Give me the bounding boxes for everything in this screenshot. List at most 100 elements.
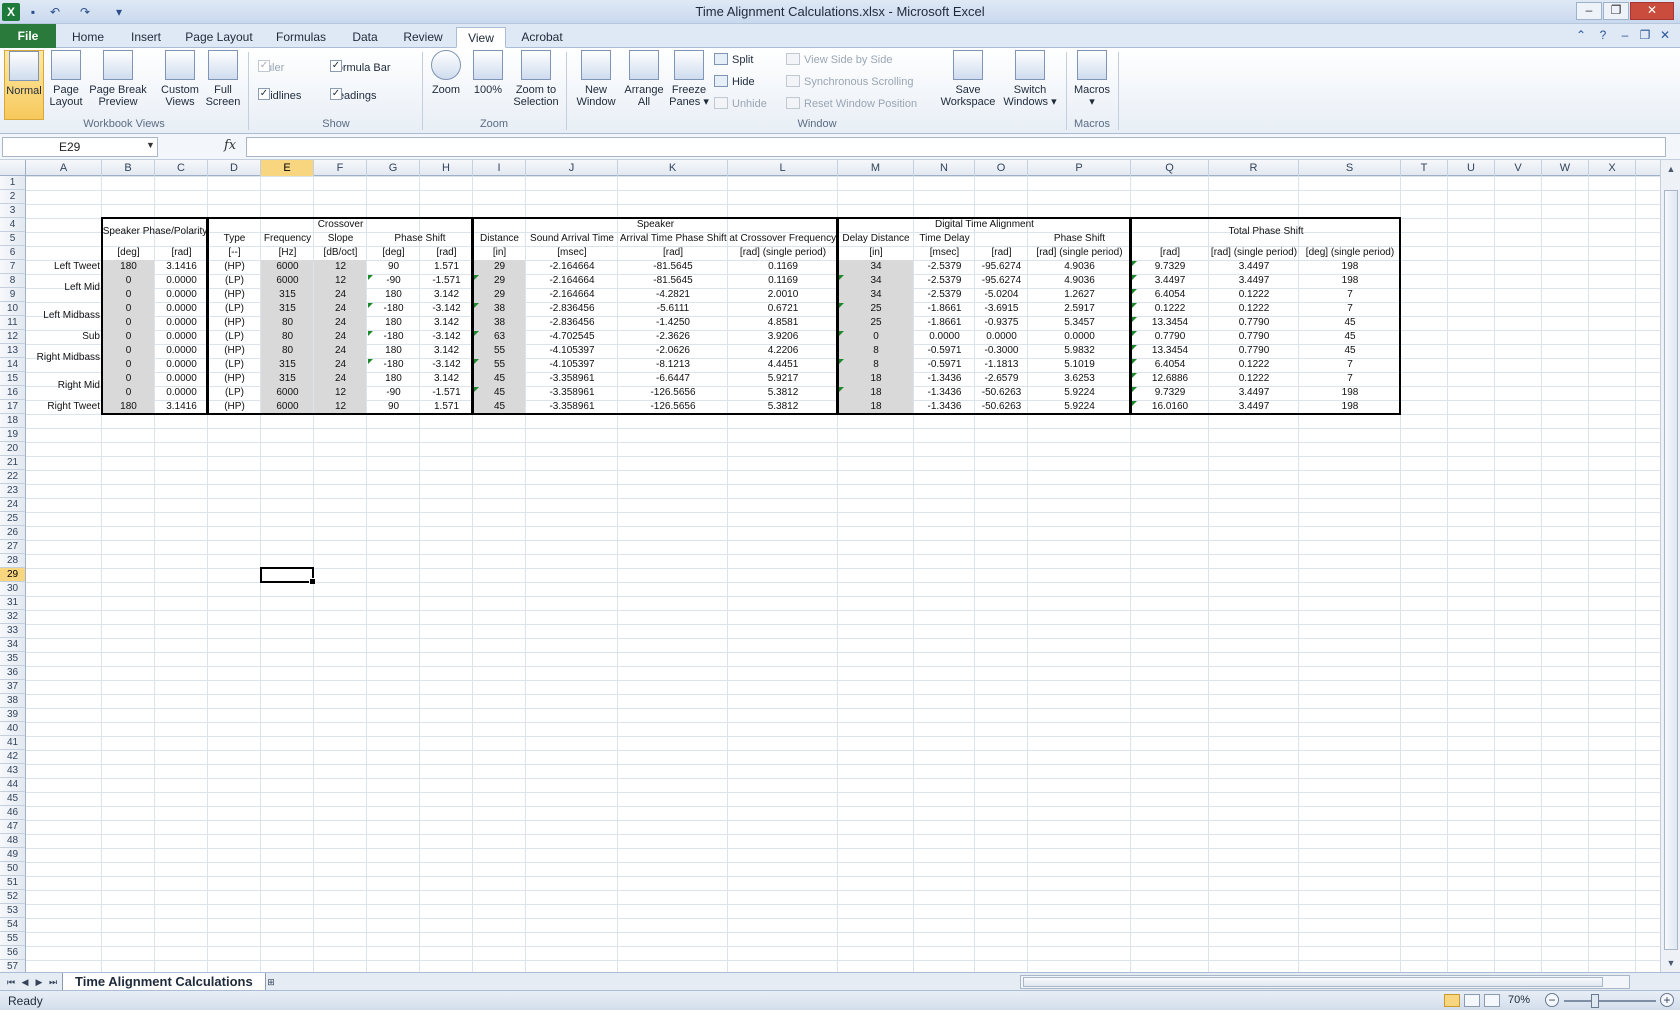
row-header-15[interactable]: 15 xyxy=(0,372,26,386)
zoom-to-selection-button[interactable]: Zoom to Selection xyxy=(510,50,562,108)
tab-home[interactable]: Home xyxy=(64,27,112,48)
column-header-k[interactable]: K xyxy=(618,160,728,176)
row-header-29[interactable]: 29 xyxy=(0,568,26,582)
minimize-button[interactable]: – xyxy=(1576,2,1602,20)
row-header-10[interactable]: 10 xyxy=(0,302,26,316)
page-layout-view-button[interactable]: Page Layout xyxy=(48,50,84,108)
zoom-slider[interactable] xyxy=(1564,1000,1656,1002)
row-header-52[interactable]: 52 xyxy=(0,890,26,904)
row-header-43[interactable]: 43 xyxy=(0,764,26,778)
column-header-b[interactable]: B xyxy=(102,160,155,176)
tab-formulas[interactable]: Formulas xyxy=(266,27,336,48)
page-layout-status-icon[interactable] xyxy=(1464,994,1480,1007)
row-header-4[interactable]: 4 xyxy=(0,218,26,232)
column-header-e[interactable]: E xyxy=(261,160,314,176)
row-header-23[interactable]: 23 xyxy=(0,484,26,498)
row-header-45[interactable]: 45 xyxy=(0,792,26,806)
row-header-55[interactable]: 55 xyxy=(0,932,26,946)
column-header-x[interactable]: X xyxy=(1589,160,1636,176)
tab-file[interactable]: File xyxy=(0,24,56,48)
column-header-n[interactable]: N xyxy=(914,160,975,176)
column-header-s[interactable]: S xyxy=(1299,160,1401,176)
tab-data[interactable]: Data xyxy=(344,27,386,48)
zoom-button[interactable]: Zoom xyxy=(428,50,464,96)
row-header-22[interactable]: 22 xyxy=(0,470,26,484)
page-break-preview-button[interactable]: Page Break Preview xyxy=(88,50,148,108)
sheet-tab[interactable]: Time Alignment Calculations xyxy=(62,973,266,991)
speaker-label[interactable]: Sub xyxy=(26,330,102,344)
row-header-27[interactable]: 27 xyxy=(0,540,26,554)
column-header-a[interactable]: A xyxy=(26,160,102,176)
view-side-by-side-button[interactable]: View Side by Side xyxy=(786,52,892,68)
help-icon[interactable]: ? xyxy=(1594,28,1612,44)
tab-view[interactable]: View xyxy=(456,27,506,48)
row-header-11[interactable]: 11 xyxy=(0,316,26,330)
column-header-r[interactable]: R xyxy=(1209,160,1299,176)
row-header-41[interactable]: 41 xyxy=(0,736,26,750)
row-header-14[interactable]: 14 xyxy=(0,358,26,372)
arrange-all-button[interactable]: Arrange All xyxy=(622,50,666,108)
tab-review[interactable]: Review xyxy=(394,27,452,48)
row-header-30[interactable]: 30 xyxy=(0,582,26,596)
last-sheet-icon[interactable]: ⏭ xyxy=(46,974,60,990)
column-header-g[interactable]: G xyxy=(367,160,420,176)
select-all-corner[interactable] xyxy=(0,160,26,176)
row-header-6[interactable]: 6 xyxy=(0,246,26,260)
speaker-label[interactable]: Left Tweet xyxy=(26,260,102,274)
row-header-36[interactable]: 36 xyxy=(0,666,26,680)
row-header-34[interactable]: 34 xyxy=(0,638,26,652)
column-header-u[interactable]: U xyxy=(1448,160,1495,176)
row-header-56[interactable]: 56 xyxy=(0,946,26,960)
row-header-17[interactable]: 17 xyxy=(0,400,26,414)
column-header-d[interactable]: D xyxy=(208,160,261,176)
row-header-32[interactable]: 32 xyxy=(0,610,26,624)
row-header-31[interactable]: 31 xyxy=(0,596,26,610)
column-header-l[interactable]: L xyxy=(728,160,838,176)
hide-button[interactable]: Hide xyxy=(714,74,755,90)
split-button[interactable]: Split xyxy=(714,52,753,68)
horizontal-scroll-thumb[interactable] xyxy=(1023,977,1603,987)
zoom-level[interactable]: 70% xyxy=(1508,994,1530,1006)
column-header-j[interactable]: J xyxy=(526,160,618,176)
restore-button[interactable]: ❐ xyxy=(1603,2,1629,20)
row-header-28[interactable]: 28 xyxy=(0,554,26,568)
row-header-33[interactable]: 33 xyxy=(0,624,26,638)
minimize-ribbon-icon[interactable]: ⌃ xyxy=(1572,28,1590,44)
selected-cell[interactable] xyxy=(260,567,316,585)
unhide-button[interactable]: Unhide xyxy=(714,96,767,112)
full-screen-button[interactable]: Full Screen xyxy=(204,50,242,108)
new-window-button[interactable]: New Window xyxy=(574,50,618,108)
workbook-minimize-icon[interactable]: – xyxy=(1616,28,1634,44)
formula-input[interactable] xyxy=(246,137,1666,157)
tab-page-layout[interactable]: Page Layout xyxy=(180,27,258,48)
column-header-p[interactable]: P xyxy=(1028,160,1131,176)
row-header-7[interactable]: 7 xyxy=(0,260,26,274)
row-header-26[interactable]: 26 xyxy=(0,526,26,540)
insert-sheet-icon[interactable]: ⊞ xyxy=(262,974,280,990)
macros-button[interactable]: Macros ▾ xyxy=(1072,50,1112,108)
custom-views-button[interactable]: Custom Views xyxy=(156,50,204,108)
normal-view-button[interactable]: Normal xyxy=(4,50,44,120)
speaker-label[interactable]: Left Midbass xyxy=(26,309,102,323)
name-box[interactable]: E29 xyxy=(2,137,158,157)
speaker-label[interactable]: Right Midbass xyxy=(26,351,102,365)
row-header-19[interactable]: 19 xyxy=(0,428,26,442)
column-header-f[interactable]: F xyxy=(314,160,367,176)
row-header-24[interactable]: 24 xyxy=(0,498,26,512)
row-header-39[interactable]: 39 xyxy=(0,708,26,722)
row-header-12[interactable]: 12 xyxy=(0,330,26,344)
row-header-57[interactable]: 57 xyxy=(0,960,26,972)
row-header-18[interactable]: 18 xyxy=(0,414,26,428)
next-sheet-icon[interactable]: ▶ xyxy=(32,974,46,990)
workbook-close-icon[interactable]: ✕ xyxy=(1656,28,1674,44)
switch-windows-button[interactable]: Switch Windows ▾ xyxy=(1000,50,1060,108)
column-header-q[interactable]: Q xyxy=(1131,160,1209,176)
row-header-3[interactable]: 3 xyxy=(0,204,26,218)
speaker-label[interactable]: Right Tweet xyxy=(26,400,102,414)
row-header-37[interactable]: 37 xyxy=(0,680,26,694)
tab-acrobat[interactable]: Acrobat xyxy=(514,27,570,48)
row-header-48[interactable]: 48 xyxy=(0,834,26,848)
row-header-51[interactable]: 51 xyxy=(0,876,26,890)
freeze-panes-button[interactable]: Freeze Panes ▾ xyxy=(668,50,710,108)
cells-area[interactable]: Speaker Phase/Polarity Crossover Speaker Di… xyxy=(26,176,1660,972)
